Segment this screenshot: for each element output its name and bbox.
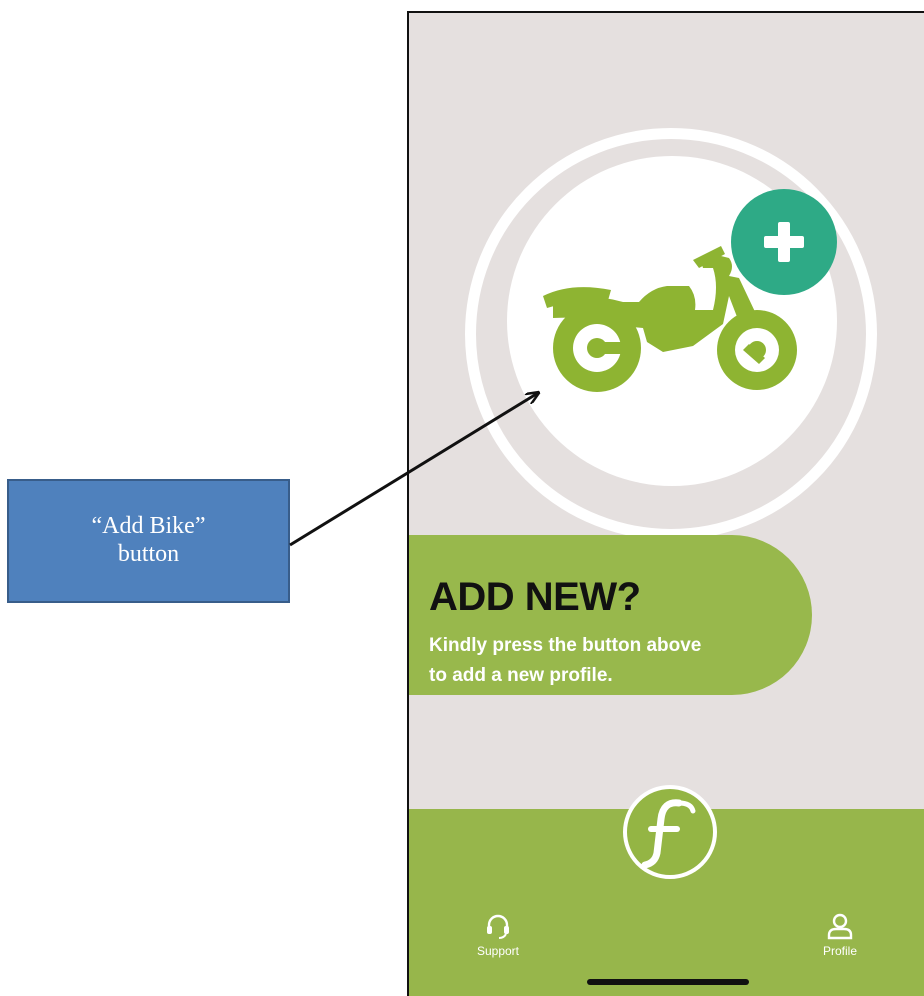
- annotation-arrow: [289, 0, 924, 547]
